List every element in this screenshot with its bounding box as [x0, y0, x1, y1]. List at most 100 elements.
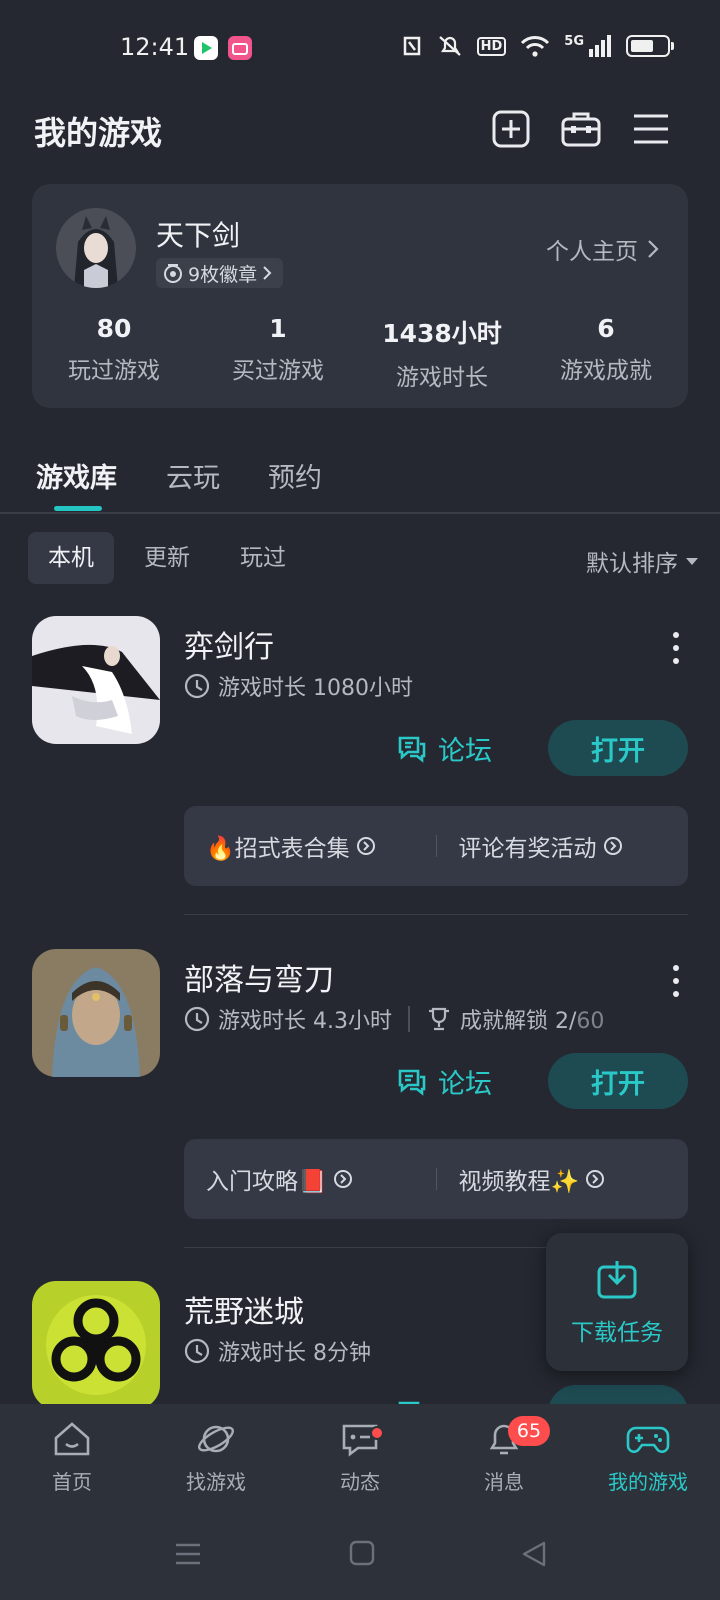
forum-label: 论坛 [438, 1068, 492, 1100]
forum-label: 论坛 [438, 735, 492, 767]
subtab-local[interactable]: 本机 [28, 532, 114, 584]
medal-icon [164, 264, 182, 283]
sort-label: 默认排序 [586, 551, 678, 577]
stat-bought[interactable]: 1 买过游戏 [196, 314, 360, 392]
open-game-button[interactable] [548, 1385, 688, 1404]
video-app-icon [194, 36, 218, 60]
tab-reservations[interactable]: 预约 [268, 456, 322, 495]
forum-icon [398, 736, 426, 763]
home-link-label: 个人主页 [546, 239, 638, 265]
stat-value: 80 [96, 314, 132, 343]
home-icon [54, 1421, 90, 1455]
open-game-button[interactable]: 打开 [548, 1053, 688, 1109]
divider [184, 914, 688, 915]
subtab-updates[interactable]: 更新 [124, 532, 210, 584]
badges-link[interactable]: 9枚徽章 [156, 258, 284, 288]
stat-value: 1 [269, 314, 287, 343]
quick-link[interactable]: 入门攻略📕 [184, 1162, 436, 1196]
trophy-icon [428, 1007, 449, 1031]
arrow-circle-icon [356, 837, 375, 855]
badges-count: 9枚徽章 [188, 263, 258, 286]
stat-played[interactable]: 80 玩过游戏 [32, 314, 196, 392]
quick-link[interactable]: 🔥招式表合集 [184, 829, 436, 863]
home-button-icon[interactable] [349, 1540, 375, 1566]
arrow-circle-icon [603, 837, 622, 855]
forum-button[interactable]: 论坛 [396, 720, 492, 776]
stat-label: 玩过游戏 [68, 358, 160, 384]
sub-tabs: 本机 更新 玩过 默认排序 [28, 532, 698, 584]
game-meta: 游戏时长 4.3小时 成就解锁 2/60 [184, 1003, 604, 1035]
meta-separator [407, 1006, 410, 1032]
stat-achievements[interactable]: 6 游戏成就 [524, 314, 688, 392]
profile-card[interactable]: 天下剑 9枚徽章 个人主页 80 玩过游戏 1 买过游戏 1438小时 游戏时长 6 游… [32, 184, 688, 408]
stat-playtime[interactable]: 1438小时 游戏时长 [360, 314, 524, 392]
achievement-progress: 成就解锁 2/60 [460, 1003, 604, 1035]
game-icon[interactable] [32, 1281, 160, 1404]
forum-button[interactable]: 论坛 [396, 1053, 492, 1109]
recent-apps-icon[interactable] [174, 1540, 202, 1568]
nfc-icon [403, 36, 420, 56]
arrow-circle-icon [586, 1170, 605, 1188]
stat-value: 6 [597, 314, 615, 343]
quick-link-label: 视频教程✨ [458, 1169, 580, 1195]
forum-icon [398, 1401, 420, 1404]
stat-label: 游戏时长 [396, 365, 488, 391]
more-options-button[interactable] [666, 965, 686, 997]
game-icon[interactable] [32, 949, 160, 1077]
toolbox-button[interactable] [556, 104, 606, 154]
username: 天下剑 [156, 219, 241, 252]
nav-home[interactable]: 首页 [0, 1404, 144, 1510]
open-game-button[interactable]: 打开 [548, 720, 688, 776]
subtab-played[interactable]: 玩过 [220, 532, 306, 584]
quick-link-label: 🔥招式表合集 [206, 836, 350, 862]
nav-label: 找游戏 [186, 1469, 246, 1494]
stat-label: 游戏成就 [560, 358, 652, 384]
forum-button[interactable] [396, 1385, 428, 1404]
network-type: 5G [564, 33, 584, 49]
nav-my-games[interactable]: 我的游戏 [576, 1404, 720, 1510]
avatar[interactable] [56, 208, 136, 288]
tv-app-icon [228, 36, 252, 60]
nav-label: 我的游戏 [608, 1469, 688, 1494]
game-name: 部落与弯刀 [184, 963, 334, 998]
wifi-icon [521, 36, 550, 57]
battery-icon [626, 35, 674, 57]
achievement-total: 60 [576, 1009, 605, 1034]
nav-messages[interactable]: 消息 65 [432, 1404, 576, 1510]
arrow-circle-icon [333, 1170, 352, 1188]
tab-cloud-play[interactable]: 云玩 [166, 456, 220, 495]
status-icons: HD 5G [401, 33, 674, 58]
quick-link-label: 入门攻略📕 [206, 1169, 327, 1195]
more-options-button[interactable] [666, 632, 686, 664]
game-meta: 游戏时长 1080小时 [184, 670, 413, 702]
main-tabs: 游戏库 云玩 预约 [0, 450, 720, 514]
game-meta: 游戏时长 8分钟 [184, 1335, 371, 1367]
status-time: 12:41 [120, 33, 190, 61]
add-game-button[interactable] [486, 104, 536, 154]
nav-discover[interactable]: 找游戏 [144, 1404, 288, 1510]
nav-label: 首页 [52, 1469, 92, 1494]
caret-down-icon [686, 557, 698, 565]
add-icon [492, 110, 530, 148]
planet-icon [197, 1425, 235, 1452]
quick-link[interactable]: 视频教程✨ [437, 1162, 689, 1196]
nav-feed[interactable]: 动态 [288, 1404, 432, 1510]
stat-value: 1438小时 [382, 319, 502, 348]
game-icon[interactable] [32, 616, 160, 744]
bottom-nav: 首页 找游戏 动态 消息 65 我的游戏 [0, 1404, 720, 1510]
chevron-right-icon [263, 266, 272, 280]
tab-library[interactable]: 游戏库 [36, 456, 117, 495]
page-title: 我的游戏 [34, 114, 163, 152]
back-icon[interactable] [520, 1540, 548, 1568]
download-tasks-button[interactable]: 下载任务 [546, 1233, 688, 1371]
menu-button[interactable] [626, 104, 676, 154]
sort-dropdown[interactable]: 默认排序 [586, 544, 698, 578]
game-name: 荒野迷城 [184, 1295, 304, 1330]
quick-link[interactable]: 评论有奖活动 [437, 829, 689, 863]
hd-icon: HD [476, 36, 507, 56]
message-count-badge: 65 [508, 1416, 550, 1446]
chevron-right-icon [648, 240, 659, 258]
profile-home-link[interactable]: 个人主页 [546, 232, 660, 266]
tab-indicator [54, 506, 102, 511]
download-tasks-label: 下载任务 [571, 1320, 663, 1346]
